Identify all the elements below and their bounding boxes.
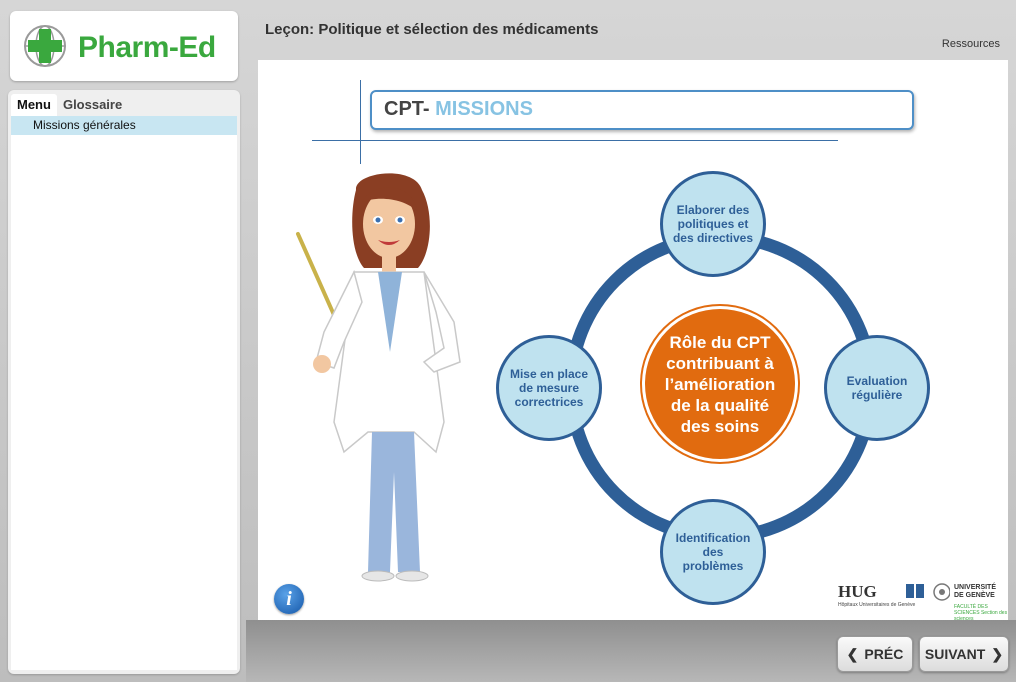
hug-logo-subtitle: Hôpitaux Universitaires de Genève <box>838 602 916 608</box>
next-button[interactable]: SUIVANT ❯ <box>919 636 1009 672</box>
globe-cross-icon <box>24 25 66 67</box>
node-evaluation-reguliere: Evaluation régulière <box>824 335 930 441</box>
title-horizontal-line <box>312 140 838 141</box>
sidebar: Menu Glossaire Missions générales <box>8 90 240 674</box>
node-elaborer-politiques: Elaborer des politiques et des directive… <box>660 171 766 277</box>
lesson-title: Leçon: Politique et sélection des médica… <box>265 21 599 38</box>
slide-title: CPT- MISSIONS <box>384 98 533 121</box>
center-circle: Rôle du CPT contribuant à l’amélioration… <box>642 306 798 462</box>
sidebar-tabs: Menu Glossaire <box>11 94 128 116</box>
presenter-illustration <box>296 173 461 582</box>
node-mesures-correctrices: Mise en place de mesure correctrices <box>496 335 602 441</box>
chevron-right-icon: ❯ <box>991 645 1004 662</box>
tab-menu[interactable]: Menu <box>11 94 57 116</box>
title-vertical-line <box>360 80 361 164</box>
next-button-label: SUIVANT <box>924 646 986 662</box>
slide-title-box: CPT- MISSIONS <box>370 90 914 130</box>
node-identification-problemes: Identification des problèmes <box>660 499 766 605</box>
info-icon[interactable]: i <box>274 584 304 614</box>
unige-logo: UNIVERSITÉ DE GENÈVE <box>954 584 997 599</box>
resources-link[interactable]: Ressources <box>942 38 1000 50</box>
hug-logo: HUG <box>838 582 877 601</box>
slide-title-prefix: CPT- <box>384 98 430 120</box>
slide-title-highlight: MISSIONS <box>435 98 533 120</box>
app-name: Pharm-Ed <box>78 31 216 64</box>
menu-list: Missions générales <box>11 116 237 670</box>
chevron-left-icon: ❮ <box>846 645 859 662</box>
tab-glossaire[interactable]: Glossaire <box>57 94 128 116</box>
prev-button-label: PRÉC <box>864 646 904 662</box>
university-seal-icon <box>906 583 950 601</box>
prev-button[interactable]: ❮ PRÉC <box>837 636 913 672</box>
app-logo: Pharm-Ed <box>10 11 238 81</box>
menu-item-missions-generales[interactable]: Missions générales <box>11 116 237 135</box>
slide-area: CPT- MISSIONS Elaborer des politiques et… <box>258 60 1008 628</box>
